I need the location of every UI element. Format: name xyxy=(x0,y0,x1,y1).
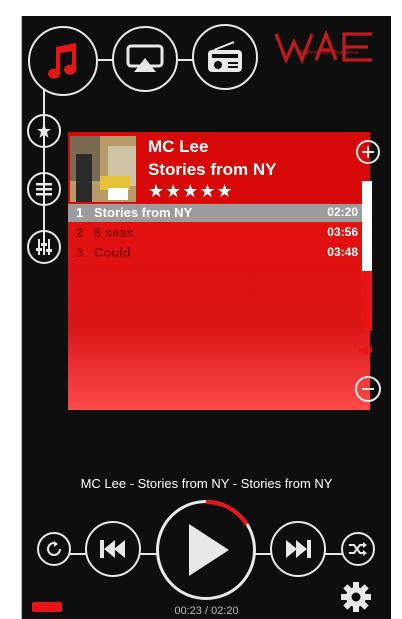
track-row[interactable]: 2 8 seas 03:56 xyxy=(68,224,370,242)
wae-tagline: Wireless Audio Experience xyxy=(299,50,359,56)
settings-gear-icon[interactable] xyxy=(340,581,372,613)
track-duration: 03:56 xyxy=(327,225,358,239)
radio-tab[interactable] xyxy=(192,24,258,90)
track-duration: 03:48 xyxy=(327,245,358,259)
music-tab[interactable] xyxy=(28,26,98,96)
track-row[interactable]: 3 Could 03:48 xyxy=(68,244,370,262)
app-frame: Wireless Audio Experience MC Lee Stories… xyxy=(0,0,402,619)
track-title: Could xyxy=(94,245,131,260)
shuffle-icon xyxy=(349,542,367,556)
star-icon xyxy=(37,124,51,138)
volume-down-button[interactable] xyxy=(355,376,381,402)
minus-icon xyxy=(362,388,374,390)
album-header: MC Lee Stories from NY ★★★★★ xyxy=(68,132,370,203)
previous-icon xyxy=(100,540,125,558)
track-number: 2 xyxy=(76,225,84,240)
track-row[interactable]: 1 Stories from NY 02:20 xyxy=(68,204,370,222)
app-screen: Wireless Audio Experience MC Lee Stories… xyxy=(21,16,391,619)
favorites-tab[interactable] xyxy=(27,114,61,148)
now-playing-card: MC Lee Stories from NY ★★★★★ 1 Stories fr… xyxy=(68,132,370,410)
airplay-icon xyxy=(126,44,164,72)
previous-button[interactable] xyxy=(85,521,141,577)
track-title: 8 seas xyxy=(94,225,134,240)
artist-name: MC Lee xyxy=(148,137,209,156)
airplay-tab[interactable] xyxy=(112,26,178,92)
volume-up-button[interactable] xyxy=(356,140,380,164)
equalizer-icon xyxy=(36,239,52,255)
plus-icon xyxy=(362,146,374,158)
radio-icon xyxy=(208,41,242,72)
track-number: 1 xyxy=(76,205,84,220)
equalizer-tab[interactable] xyxy=(27,230,61,264)
track-duration: 02:20 xyxy=(327,205,358,219)
next-button[interactable] xyxy=(270,521,326,577)
album-cover-image xyxy=(70,136,136,202)
list-icon xyxy=(36,183,52,196)
track-number: 3 xyxy=(76,245,84,260)
volume-level xyxy=(362,271,372,331)
time-display: 00:23 / 02:20 xyxy=(174,605,239,617)
now-playing-text: MC Lee - Stories from NY - Stories from … xyxy=(80,476,333,491)
music-note-icon xyxy=(48,43,77,79)
shuffle-button[interactable] xyxy=(341,532,375,566)
repeat-button[interactable] xyxy=(37,532,71,566)
next-icon xyxy=(286,540,311,558)
speaker-icon xyxy=(359,344,373,356)
rating-stars[interactable]: ★★★★★ xyxy=(148,181,234,202)
playlist-tab[interactable] xyxy=(27,172,61,206)
album-cover xyxy=(70,136,136,202)
repeat-icon xyxy=(47,541,61,556)
playback-progress-ring xyxy=(205,500,249,526)
album-title: Stories from NY xyxy=(148,160,277,179)
track-title: Stories from NY xyxy=(94,205,193,220)
